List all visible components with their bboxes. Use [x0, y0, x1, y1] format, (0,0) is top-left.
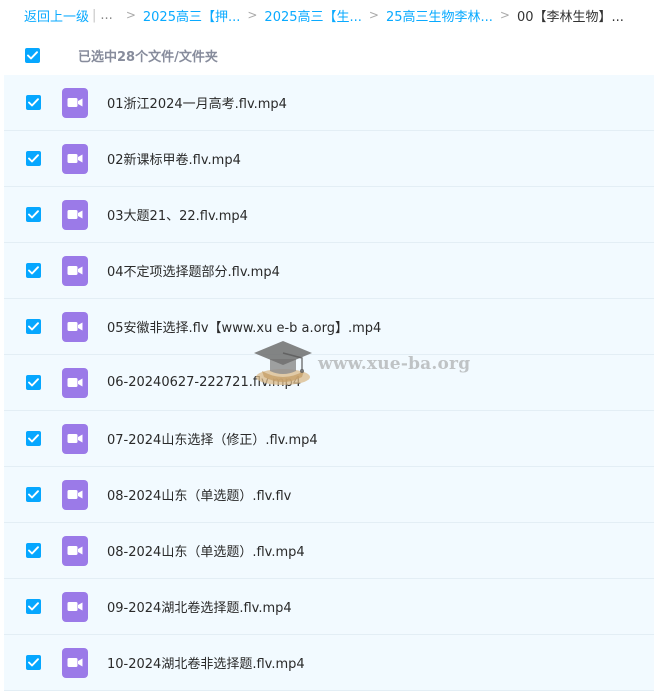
video-file-icon[interactable] — [62, 647, 88, 678]
file-name[interactable]: 02新课标甲卷.flv.mp4 — [107, 149, 241, 168]
selection-bar: 已选中28个文件/文件夹 — [0, 36, 654, 74]
video-camera-icon — [67, 154, 83, 163]
file-row[interactable]: 06-20240627-222721.flv.mp4 — [4, 355, 654, 411]
video-camera-icon — [67, 602, 83, 611]
file-row[interactable]: 01浙江2024一月高考.flv.mp4 — [4, 75, 654, 131]
file-row[interactable]: 03大题21、22.flv.mp4 — [4, 187, 654, 243]
file-row[interactable]: 07-2024山东选择（修正）.flv.mp4 — [4, 411, 654, 467]
row-checkbox[interactable] — [26, 263, 41, 278]
file-name[interactable]: 03大题21、22.flv.mp4 — [107, 205, 248, 224]
breadcrumb-ellipsis[interactable]: ... — [100, 8, 112, 23]
file-row[interactable]: 04不定项选择题部分.flv.mp4 — [4, 243, 654, 299]
file-name[interactable]: 05安徽非选择.flv【www.xu e-b a.org】.mp4 — [107, 317, 381, 336]
file-row[interactable]: 08-2024山东（单选题）.flv.flv — [4, 467, 654, 523]
file-row[interactable]: 09-2024湖北卷选择题.flv.mp4 — [4, 579, 654, 635]
checkmark-icon — [28, 378, 39, 387]
video-camera-icon — [67, 658, 83, 667]
row-checkbox[interactable] — [26, 431, 41, 446]
file-name[interactable]: 08-2024山东（单选题）.flv.mp4 — [107, 541, 305, 560]
row-checkbox[interactable] — [26, 487, 41, 502]
video-file-icon[interactable] — [62, 311, 88, 342]
file-name[interactable]: 01浙江2024一月高考.flv.mp4 — [107, 93, 287, 112]
row-checkbox[interactable] — [26, 95, 41, 110]
video-camera-icon — [67, 322, 83, 331]
checkmark-icon — [28, 434, 39, 443]
breadcrumb-separator: > — [368, 8, 379, 22]
file-list: 01浙江2024一月高考.flv.mp4 02新课标甲卷.flv.mp4 03大题2… — [4, 75, 654, 691]
file-name[interactable]: 04不定项选择题部分.flv.mp4 — [107, 261, 280, 280]
video-file-icon[interactable] — [62, 479, 88, 510]
checkmark-icon — [27, 50, 38, 59]
back-link[interactable]: 返回上一级 — [24, 6, 89, 25]
video-file-icon[interactable] — [62, 591, 88, 622]
file-row[interactable]: 08-2024山东（单选题）.flv.mp4 — [4, 523, 654, 579]
video-file-icon[interactable] — [62, 143, 88, 174]
checkmark-icon — [28, 98, 39, 107]
breadcrumb-item[interactable]: 2025高三【押... — [143, 6, 240, 25]
video-file-icon[interactable] — [62, 255, 88, 286]
breadcrumb-separator: > — [125, 8, 136, 22]
breadcrumb-current: 00【李林生物】... — [516, 9, 624, 25]
video-camera-icon — [67, 98, 83, 107]
video-file-icon[interactable] — [62, 535, 88, 566]
video-camera-icon — [67, 378, 83, 387]
file-row[interactable]: 05安徽非选择.flv【www.xu e-b a.org】.mp4 — [4, 299, 654, 355]
video-camera-icon — [67, 490, 83, 499]
video-file-icon[interactable] — [62, 367, 88, 398]
file-name[interactable]: 09-2024湖北卷选择题.flv.mp4 — [107, 597, 292, 616]
video-camera-icon — [67, 546, 83, 555]
row-checkbox[interactable] — [26, 655, 41, 670]
breadcrumb-separator: > — [247, 8, 258, 22]
video-camera-icon — [67, 434, 83, 443]
checkmark-icon — [28, 546, 39, 555]
checkmark-icon — [28, 322, 39, 331]
video-file-icon[interactable] — [62, 423, 88, 454]
row-checkbox[interactable] — [26, 375, 41, 390]
checkmark-icon — [28, 210, 39, 219]
row-checkbox[interactable] — [26, 207, 41, 222]
file-row[interactable]: 10-2024湖北卷非选择题.flv.mp4 — [4, 635, 654, 691]
breadcrumb-divider: | — [92, 7, 97, 23]
file-name[interactable]: 07-2024山东选择（修正）.flv.mp4 — [107, 429, 318, 448]
checkmark-icon — [28, 602, 39, 611]
checkmark-icon — [28, 266, 39, 275]
checkmark-icon — [28, 490, 39, 499]
breadcrumb-separator: > — [499, 8, 510, 22]
checkmark-icon — [28, 658, 39, 667]
breadcrumb: 返回上一级 | ... > 2025高三【押... > 2025高三【生... … — [0, 0, 654, 30]
file-name[interactable]: 10-2024湖北卷非选择题.flv.mp4 — [107, 653, 305, 672]
row-checkbox[interactable] — [26, 319, 41, 334]
selection-count-label: 已选中28个文件/文件夹 — [78, 49, 218, 65]
video-camera-icon — [67, 210, 83, 219]
file-row[interactable]: 02新课标甲卷.flv.mp4 — [4, 131, 654, 187]
file-name[interactable]: 06-20240627-222721.flv.mp4 — [107, 375, 301, 390]
breadcrumb-item[interactable]: 2025高三【生... — [264, 6, 361, 25]
video-file-icon[interactable] — [62, 199, 88, 230]
file-name[interactable]: 08-2024山东（单选题）.flv.flv — [107, 485, 291, 504]
row-checkbox[interactable] — [26, 151, 41, 166]
row-checkbox[interactable] — [26, 599, 41, 614]
video-camera-icon — [67, 266, 83, 275]
video-file-icon[interactable] — [62, 87, 88, 118]
select-all-checkbox[interactable] — [25, 47, 40, 63]
breadcrumb-item[interactable]: 25高三生物李林... — [386, 6, 493, 25]
checkmark-icon — [28, 154, 39, 163]
row-checkbox[interactable] — [26, 543, 41, 558]
